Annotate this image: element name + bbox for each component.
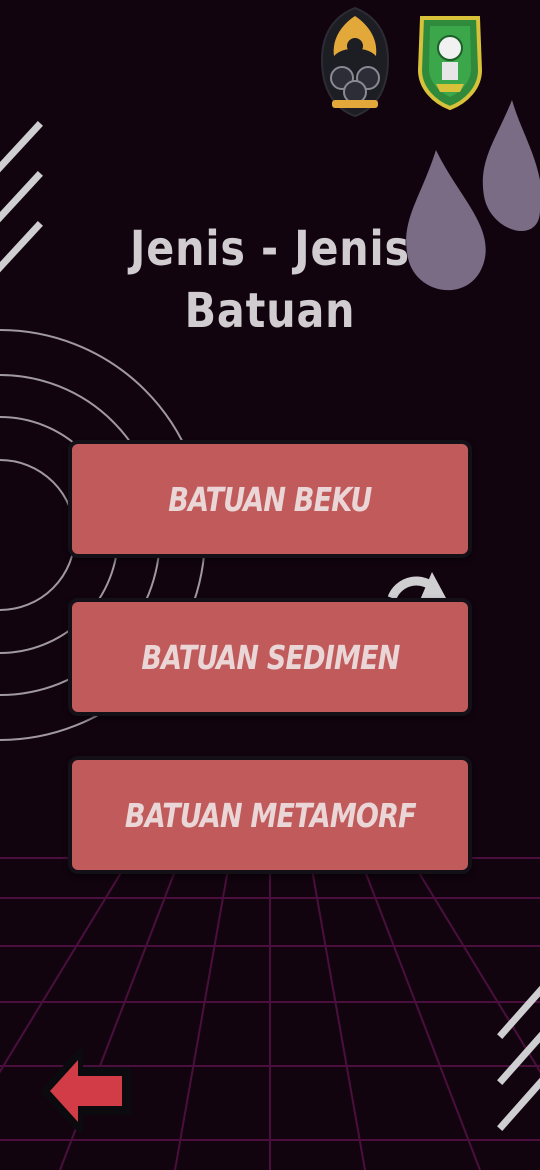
back-arrow-icon[interactable]	[40, 1048, 132, 1134]
batuan-beku-button[interactable]: BATUAN BEKU	[68, 440, 472, 558]
refresh-icon	[387, 572, 446, 600]
batuan-metamorf-label: BATUAN METAMORF	[124, 795, 417, 835]
slash-stripes-top	[0, 121, 43, 273]
batuan-sedimen-label: BATUAN SEDIMEN	[140, 637, 400, 677]
batuan-beku-label: BATUAN BEKU	[168, 479, 372, 519]
page-title: Jenis - Jenis Batuan	[89, 218, 450, 342]
background-decoration	[0, 100, 540, 1170]
regional-emblem-icon	[417, 16, 483, 111]
university-emblem-icon	[320, 6, 390, 118]
page-title-line-2: Batuan	[184, 283, 356, 339]
page-title-line-1: Jenis - Jenis	[130, 221, 410, 277]
slash-stripes-bottom	[497, 985, 540, 1131]
batuan-sedimen-button[interactable]: BATUAN SEDIMEN	[68, 598, 472, 716]
batuan-metamorf-button[interactable]: BATUAN METAMORF	[68, 756, 472, 874]
